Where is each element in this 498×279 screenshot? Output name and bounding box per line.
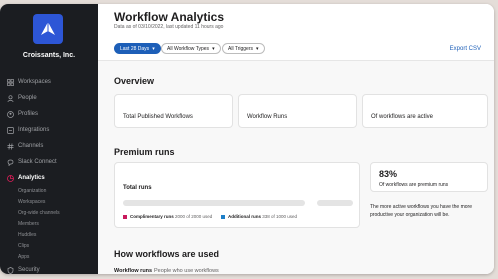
complimentary-runs-bar	[123, 200, 305, 206]
premium-runs-percent: 83%	[379, 169, 398, 179]
additional-runs-swatch	[221, 215, 225, 219]
sidebar-item-integrations[interactable]: Integrations	[7, 125, 49, 135]
filter-label: Last 28 Days	[120, 45, 150, 52]
profile-icon	[7, 110, 14, 118]
overview-title: Overview	[114, 76, 155, 86]
workspace-name: Croissants, Inc.	[22, 52, 76, 59]
card-label: Workflow Runs	[247, 114, 288, 120]
additional-runs-bar	[317, 200, 353, 206]
chevron-down-icon: ▾	[212, 45, 215, 52]
overview-card-total-published: Total Published Workflows	[114, 94, 233, 128]
sidebar-item-security[interactable]: Security	[7, 265, 40, 274]
sidebar-item-label: Profiles	[18, 111, 39, 117]
workflow-type-filter[interactable]: All Workflow Types ▾	[161, 43, 221, 54]
additional-runs-legend: Additional runs 338 of 1000 used	[228, 214, 298, 219]
sidebar-subitem-clips[interactable]: Clips	[18, 243, 29, 249]
hash-icon	[7, 142, 14, 150]
sidebar-item-label: Security	[18, 267, 40, 273]
shield-icon	[7, 266, 14, 274]
overview-card-active-workflows: Of workflows are active	[362, 94, 488, 128]
filter-label: All Workflow Types	[167, 45, 210, 52]
sidebar-item-profiles[interactable]: Profiles	[7, 109, 38, 119]
sidebar-item-label: Workspaces	[18, 79, 51, 85]
premium-runs-stat-label: Of workflows are premium runs	[379, 182, 449, 188]
analytics-icon	[7, 174, 14, 182]
data-freshness-text: Data as of 03/10/2022, last updated 11 h…	[114, 24, 224, 30]
sidebar: Croissants, Inc. Workspaces People Profi…	[0, 4, 98, 274]
sidebar-subitem-members[interactable]: Members	[18, 221, 39, 227]
date-range-filter[interactable]: Last 28 Days ▾	[114, 43, 161, 54]
sidebar-item-label: Slack Connect	[18, 159, 57, 165]
sidebar-item-channels[interactable]: Channels	[7, 141, 43, 151]
sidebar-item-label: Channels	[18, 143, 44, 149]
grid-icon	[7, 78, 14, 86]
main-content: Workflow Analytics Data as of 03/10/2022…	[98, 4, 494, 274]
workspace-logo[interactable]	[33, 14, 63, 44]
complimentary-runs-swatch	[123, 215, 127, 219]
sidebar-item-analytics[interactable]: Analytics	[7, 173, 45, 183]
chevron-down-icon: ▾	[152, 45, 155, 52]
app-window: Croissants, Inc. Workspaces People Profi…	[0, 4, 494, 274]
slack-connect-icon	[7, 159, 14, 166]
page-title: Workflow Analytics	[114, 10, 225, 24]
overview-card-workflow-runs: Workflow Runs	[238, 94, 357, 128]
sidebar-subitem-org-wide-channels[interactable]: Org-wide channels	[18, 210, 60, 216]
sidebar-item-label: People	[18, 95, 37, 101]
sidebar-item-people[interactable]: People	[7, 93, 37, 103]
sidebar-subitem-apps[interactable]: Apps	[18, 254, 29, 260]
filter-label: All Triggers	[228, 45, 254, 52]
integrations-icon	[7, 126, 14, 134]
usage-title: How workflows are used	[114, 249, 220, 259]
complimentary-runs-legend: Complimentary runs 2000 of 2000 used	[130, 214, 213, 219]
sidebar-item-label: Integrations	[18, 127, 50, 133]
export-csv-link[interactable]: Export CSV	[450, 46, 481, 52]
card-label: Total Published Workflows	[123, 114, 193, 120]
people-icon	[7, 94, 14, 102]
sidebar-subitem-organization[interactable]: Organization	[18, 188, 46, 194]
sidebar-subitem-workspaces[interactable]: Workspaces	[18, 199, 45, 205]
premium-runs-stat-card: 83% Of workflows are premium runs	[370, 162, 488, 192]
premium-runs-title: Premium runs	[114, 147, 175, 157]
tab-people-who-use-workflows[interactable]: People who use workflows	[154, 268, 219, 274]
premium-runs-note: The more active workflows you have the m…	[370, 204, 472, 218]
total-runs-label: Total runs	[123, 185, 152, 191]
sidebar-item-slack-connect[interactable]: Slack Connect	[7, 157, 57, 167]
sidebar-subitem-huddles[interactable]: Huddles	[18, 232, 36, 238]
tab-workflow-runs[interactable]: Workflow runs	[114, 268, 152, 274]
page-header: Workflow Analytics Data as of 03/10/2022…	[98, 4, 494, 61]
card-label: Of workflows are active	[371, 114, 434, 120]
trigger-filter[interactable]: All Triggers ▾	[222, 43, 265, 54]
total-runs-card: Total runs Complimentary runs 2000 of 20…	[114, 162, 360, 228]
sidebar-item-workspaces[interactable]: Workspaces	[7, 77, 51, 87]
chevron-down-icon: ▾	[256, 45, 259, 52]
sidebar-item-label: Analytics	[18, 175, 45, 181]
